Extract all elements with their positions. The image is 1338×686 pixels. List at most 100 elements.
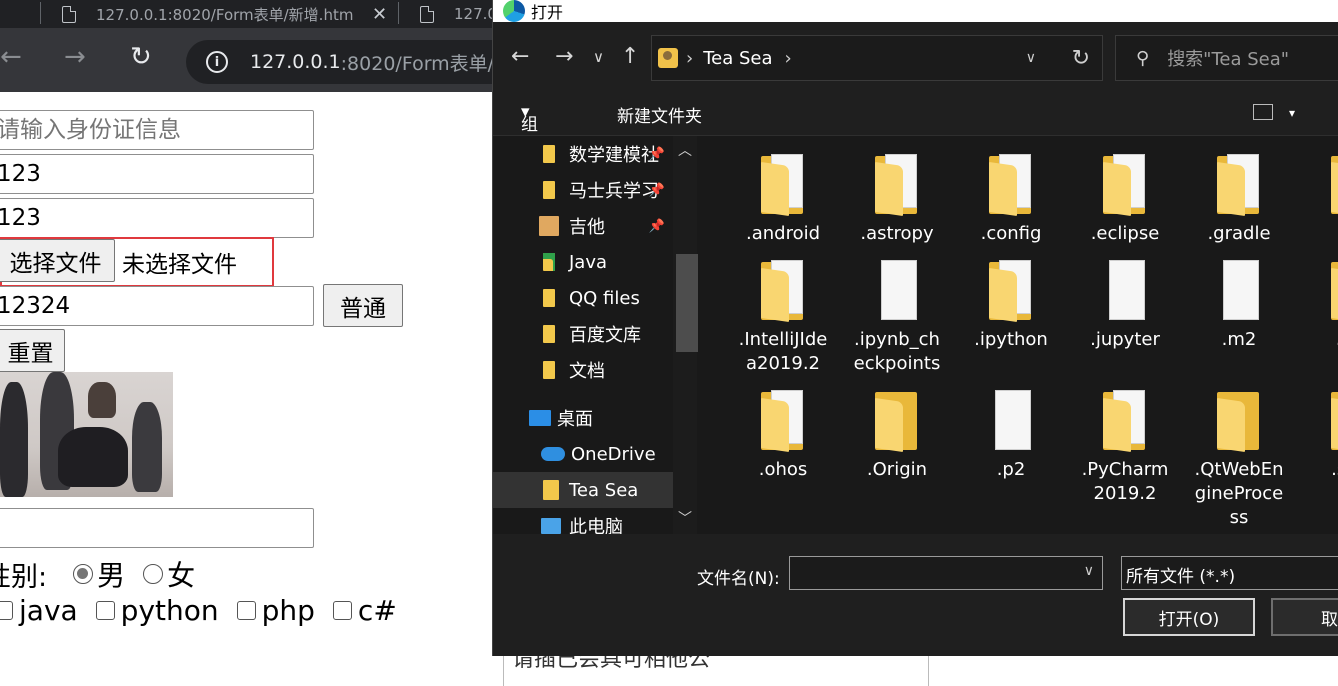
chevron-down-icon[interactable]: ∨ <box>1084 563 1094 579</box>
text-input-4-value: 12324 <box>0 293 71 319</box>
text-input-2-value: 123 <box>0 161 41 187</box>
filename-input[interactable]: ∨ <box>789 556 1103 590</box>
browser-tab-active[interactable]: 127.0.0.1:8020/Form表单/新增.htm ✕ <box>62 0 392 28</box>
nav-item-label: 桌面 <box>557 409 593 430</box>
chevron-down-icon[interactable]: ▾ <box>1289 106 1295 120</box>
choose-file-button[interactable]: 选择文件 <box>0 239 115 282</box>
nav-item-label: OneDrive <box>571 443 656 465</box>
address-bar[interactable]: i 127.0.0.1 :8020/Form表单/ <box>186 40 526 84</box>
search-placeholder: 搜索"Tea Sea" <box>1167 49 1290 70</box>
file-item[interactable]: .ohos <box>735 390 831 482</box>
file-item[interactable]: .config <box>963 154 1059 246</box>
file-item[interactable]: .eclipse <box>1077 154 1173 246</box>
nav-item-guitar[interactable]: 吉他 📌 <box>493 208 673 244</box>
file-name: .jupyter <box>1090 329 1160 350</box>
folder-icon <box>543 289 555 307</box>
nav-item-documents[interactable]: 文档 <box>493 352 673 388</box>
folder-icon <box>987 154 1035 216</box>
empty-input[interactable] <box>0 508 314 548</box>
text-input-2[interactable]: 123 <box>0 154 314 194</box>
checkbox-csharp[interactable] <box>332 601 352 620</box>
radio-female-label: 女 <box>167 559 196 592</box>
nav-item-java[interactable]: Java <box>493 244 673 280</box>
nav-scroll-thumb[interactable] <box>676 254 698 352</box>
forward-icon[interactable]: → <box>64 40 86 74</box>
file-item[interactable]: .QtWebEngineProcess <box>1191 390 1287 530</box>
text-input-3-value: 123 <box>0 205 41 231</box>
file-item[interactable]: .id <box>1305 154 1338 246</box>
nav-item-math-modeling[interactable]: 数学建模社 📌 <box>493 136 673 172</box>
image-button[interactable] <box>0 372 173 497</box>
dialog-title-bar: 打开 <box>493 0 1338 22</box>
text-input-4[interactable]: 12324 <box>0 286 314 326</box>
forward-icon[interactable]: → <box>555 44 573 70</box>
id-card-input[interactable]: 请输入身份证信息 <box>0 110 314 150</box>
file-item[interactable]: .sma <box>1305 390 1338 482</box>
cancel-button[interactable]: 取 <box>1271 598 1338 636</box>
checkbox-csharp-label: c# <box>357 594 397 627</box>
file-item[interactable]: .p2 <box>963 390 1059 482</box>
new-folder-button[interactable]: 新建文件夹 <box>617 102 702 127</box>
open-button[interactable]: 打开(O) <box>1123 598 1255 636</box>
checkbox-php[interactable] <box>236 601 256 620</box>
checkbox-java[interactable] <box>0 601 13 620</box>
scroll-down-icon[interactable]: ﹀ <box>678 508 692 528</box>
radio-female[interactable] <box>143 564 164 584</box>
cloud-icon <box>541 447 565 461</box>
back-icon[interactable]: ← <box>0 40 22 74</box>
recent-locations-icon[interactable]: ∨ <box>593 44 604 70</box>
document-icon <box>873 260 921 322</box>
nav-item-qq-files[interactable]: QQ files <box>493 280 673 316</box>
file-item[interactable]: .m2 <box>1191 260 1287 352</box>
file-item[interactable]: .jupyter <box>1077 260 1173 352</box>
url-path: :8020/Form表单/ <box>340 52 495 75</box>
nav-item-this-pc[interactable]: 此电脑 <box>493 508 673 534</box>
chevron-right-icon: › <box>784 47 792 69</box>
folder-icon <box>873 390 921 452</box>
chevron-down-icon[interactable]: ∨ <box>1026 50 1036 66</box>
text-input-3[interactable]: 123 <box>0 198 314 238</box>
file-item[interactable]: .ipynb_checkpoints <box>849 260 945 376</box>
checkbox-python[interactable] <box>95 601 115 620</box>
file-item[interactable]: .astropy <box>849 154 945 246</box>
nav-item-desktop[interactable]: 桌面 <box>493 400 673 436</box>
folder-icon <box>543 181 555 199</box>
file-item[interactable]: .gradle <box>1191 154 1287 246</box>
file-item[interactable]: .ma <box>1305 260 1338 352</box>
refresh-icon[interactable]: ↻ <box>1072 46 1090 71</box>
up-folder-icon[interactable]: ↑ <box>621 44 639 70</box>
nav-item-label: Tea Sea <box>569 479 639 501</box>
scroll-up-icon[interactable]: ︿ <box>678 140 692 160</box>
close-tab-icon[interactable]: ✕ <box>372 4 387 25</box>
file-item[interactable]: .PyCharm2019.2 <box>1077 390 1173 506</box>
file-name: .Origin <box>866 459 928 480</box>
radio-male[interactable] <box>73 564 94 584</box>
organize-menu[interactable]: 组织 ▾ <box>521 102 538 160</box>
site-info-icon[interactable]: i <box>206 51 228 73</box>
nav-item-mashibing[interactable]: 马士兵学习 📌 <box>493 172 673 208</box>
breadcrumb-item[interactable]: Tea Sea <box>703 48 772 69</box>
view-options-icon[interactable] <box>1253 104 1273 120</box>
browser-tab[interactable]: 127.0 <box>420 0 500 28</box>
back-icon[interactable]: ← <box>511 44 529 70</box>
reload-icon[interactable]: ↻ <box>130 40 152 74</box>
reset-button[interactable]: 重置 <box>0 329 65 372</box>
file-name: .ma <box>1305 328 1338 352</box>
folder-icon <box>759 154 807 216</box>
nav-item-label: QQ files <box>569 287 640 309</box>
file-item[interactable]: .android <box>735 154 831 246</box>
file-type-select[interactable]: 所有文件 (*.*) <box>1121 556 1338 590</box>
file-item[interactable]: .IntelliJIdea2019.2 <box>735 260 831 376</box>
nav-item-tea-sea[interactable]: Tea Sea <box>493 472 673 508</box>
normal-button[interactable]: 普通 <box>323 284 403 327</box>
nav-item-baidu-wenku[interactable]: 百度文库 <box>493 316 673 352</box>
nav-item-onedrive[interactable]: OneDrive <box>493 436 673 472</box>
file-name: .p2 <box>996 459 1026 480</box>
nav-item-label: Java <box>569 251 608 273</box>
file-item[interactable]: .Origin <box>849 390 945 482</box>
search-input[interactable]: ⚲ 搜索"Tea Sea" <box>1115 35 1338 81</box>
breadcrumb[interactable]: › Tea Sea › ∨ ↻ <box>651 35 1103 81</box>
user-folder-icon <box>658 48 678 68</box>
file-item[interactable]: .ipython <box>963 260 1059 352</box>
folder-icon <box>1101 154 1149 216</box>
